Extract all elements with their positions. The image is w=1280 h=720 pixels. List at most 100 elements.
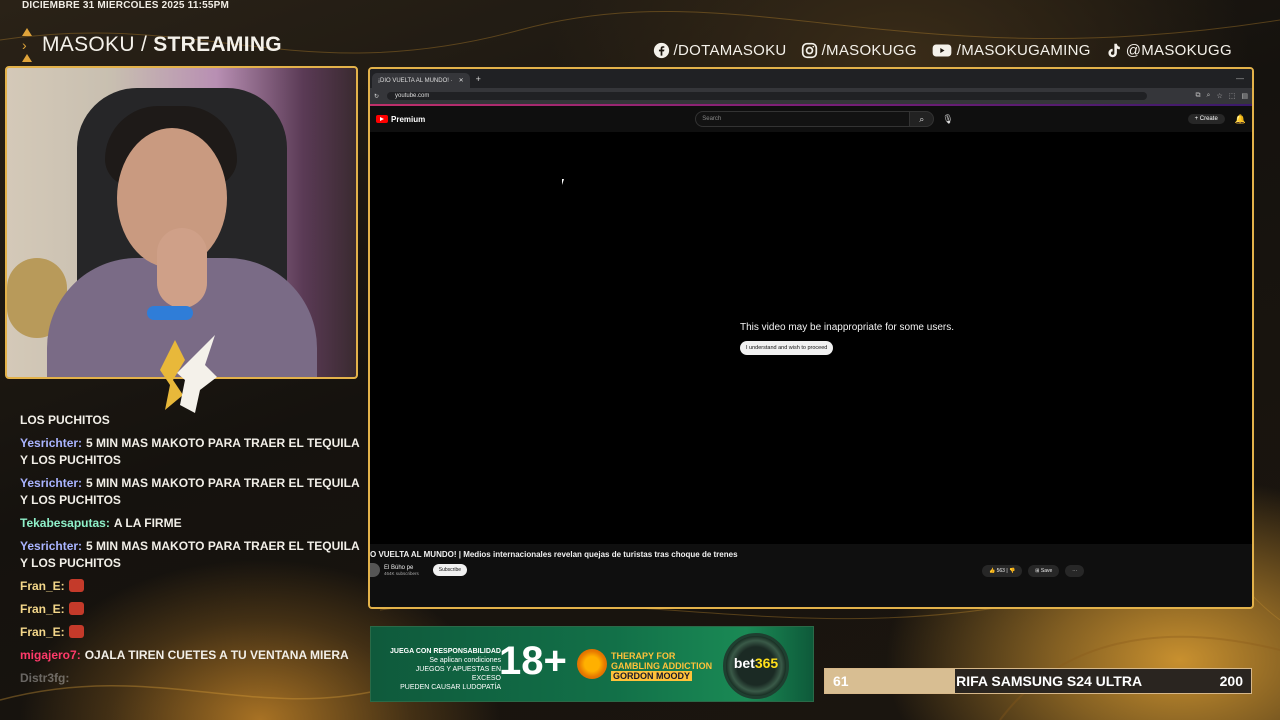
more-options-icon[interactable]: ⋯ (1065, 565, 1085, 577)
ad-therapy-1: THERAPY FOR (611, 651, 676, 661)
browser-extension-icons: ⧉ ⌕ ☆ ⬚ ▤ (1196, 92, 1248, 100)
create-button[interactable]: + Create (1187, 114, 1225, 124)
save-label: Save (1040, 568, 1053, 574)
like-button[interactable]: 👍 563 | 👎 (982, 565, 1023, 577)
url-field[interactable]: youtube.com (387, 92, 1148, 100)
youtube-header: Premium Search ⌕ 🎙 + Create 🔔 (370, 106, 1252, 132)
chat-username[interactable]: migajero7: (20, 648, 81, 662)
ad-age-badge: 18+ (499, 639, 567, 683)
brand-arrows-icon: › (22, 28, 32, 62)
chat-username[interactable]: Fran_E: (20, 579, 65, 593)
video-player[interactable]: This video may be inappropriate for some… (370, 132, 1252, 544)
chat-message: Yesrichter: 5 MIN MAS MAKOTO PARA TRAER E… (20, 435, 362, 469)
social-youtube: /MASOKUGAMING (931, 42, 1091, 59)
devil-emote-icon (68, 579, 84, 592)
url-text: youtube.com (395, 93, 430, 99)
tiktok-icon (1108, 43, 1120, 58)
webcam-feed (5, 66, 358, 379)
sidebar-icon[interactable]: ▤ (1241, 92, 1248, 100)
video-actions: 👍 563 | 👎 ⊞ Save ⋯ (982, 565, 1085, 577)
ad-therapy-2: GAMBLING ADDICTION (611, 661, 713, 671)
bet365-brand: bet (733, 655, 755, 671)
ad-line-3: JUEGOS Y APUESTAS EN EXCESO (415, 666, 501, 682)
save-button[interactable]: ⊞ Save (1028, 565, 1060, 577)
raffle-current: 61 (833, 673, 849, 689)
social-tiktok-label: @MASOKUGG (1125, 42, 1232, 59)
like-count: 563 (996, 568, 1005, 574)
translate-icon[interactable]: ⧉ (1196, 92, 1201, 100)
chat-text: OJALA TIREN CUETES A TU VENTANA MIERA (84, 648, 349, 662)
youtube-search-placeholder: Search (702, 116, 722, 122)
tab-close-icon[interactable]: ✕ (459, 77, 464, 84)
ad-disclaimer: JUEGA CON RESPONSABILIDAD Se aplican con… (389, 647, 501, 692)
raffle-progress-bar: 61 RIFA SAMSUNG S24 ULTRA 200 (824, 668, 1252, 694)
mouse-cursor-icon (562, 179, 564, 185)
social-instagram: /MASOKUGG (801, 42, 917, 59)
search-icon[interactable]: ⌕ (910, 111, 935, 127)
youtube-logo[interactable]: Premium (376, 115, 425, 124)
youtube-search-input[interactable]: Search (695, 111, 911, 127)
raffle-title: RIFA SAMSUNG S24 ULTRA (956, 673, 1143, 689)
chat-message: LOS PUCHITOS (20, 412, 362, 429)
chat-message: Yesrichter: 5 MIN MAS MAKOTO PARA TRAER E… (20, 538, 362, 572)
ad-line-2: Se aplican condiciones (429, 657, 501, 664)
social-instagram-label: /MASOKUGG (821, 42, 917, 59)
bet365-number: 365 (754, 655, 779, 671)
notifications-bell-icon[interactable]: 🔔 (1235, 114, 1246, 125)
ad-line-4: PUEDEN CAUSAR LUDOPATÍA (400, 684, 501, 691)
channel-subscribers: 464K subscribers (384, 570, 419, 576)
chat-username[interactable]: Fran_E: (20, 625, 65, 639)
brand-name: MASOKU / (42, 33, 148, 56)
age-warning-text: This video may be inappropriate for some… (740, 322, 954, 333)
window-minimize-icon[interactable]: — (1236, 74, 1244, 83)
chat-text: LOS PUCHITOS (20, 413, 110, 427)
chat-message: Fran_E: (20, 624, 362, 641)
reload-icon[interactable]: ↻ (374, 93, 379, 100)
chat-username[interactable]: Yesrichter: (20, 436, 82, 450)
ad-line-1: JUEGA CON RESPONSABILIDAD (390, 648, 501, 655)
devil-emote-icon (68, 602, 84, 615)
channel-row: El Búho pe 464K subscribers Subscribe (370, 563, 468, 577)
chat-username[interactable]: Yesrichter: (20, 539, 82, 553)
bookmark-star-icon[interactable]: ☆ (1216, 92, 1222, 100)
devil-emote-icon (68, 625, 84, 638)
brand-title: MASOKU / STREAMING (42, 33, 282, 57)
channel-info: El Búho pe 464K subscribers (384, 565, 419, 576)
channel-avatar[interactable] (370, 563, 380, 577)
brand-header: › MASOKU / STREAMING (22, 28, 282, 62)
zoom-icon[interactable]: ⌕ (1207, 92, 1211, 100)
create-label: Create (1199, 116, 1218, 122)
facebook-icon (653, 42, 669, 59)
chat-username[interactable]: Yesrichter: (20, 476, 82, 490)
chat-message: Fran_E: (20, 578, 362, 595)
social-youtube-label: /MASOKUGAMING (956, 42, 1091, 59)
browser-tab-title: ¡DIO VUELTA AL MUNDO! · (378, 77, 453, 84)
microphone-icon[interactable]: 🎙 (942, 114, 953, 125)
sponsor-banner: JUEGA CON RESPONSABILIDAD Se aplican con… (370, 626, 814, 702)
chat-panel: LOS PUCHITOS Yesrichter: 5 MIN MAS MAKOTO … (20, 412, 362, 694)
youtube-logo-text: Premium (391, 114, 426, 124)
chat-username[interactable]: Tekabesaputas: (20, 516, 110, 530)
bet365-logo: bet365 (729, 655, 783, 671)
proceed-button[interactable]: I understand and wish to proceed (740, 341, 834, 355)
chat-message: Fran_E: (20, 601, 362, 618)
chat-text: A LA FIRME (113, 516, 182, 530)
youtube-play-icon (376, 115, 388, 123)
chat-username[interactable]: Fran_E: (20, 602, 65, 616)
extensions-icon[interactable]: ⬚ (1229, 92, 1236, 100)
subscribe-button[interactable]: Subscribe (432, 564, 468, 576)
ad-therapy-text: THERAPY FOR GAMBLING ADDICTION GORDON MO… (611, 651, 712, 681)
youtube-icon (932, 44, 952, 57)
social-facebook-label: /DOTAMASOKU (673, 42, 787, 59)
chat-username[interactable]: Distr3fg: (20, 671, 69, 685)
social-links: /DOTAMASOKU /MASOKUGG /MASOKUGAMING @MAS… (653, 42, 1232, 59)
new-tab-icon[interactable]: + (476, 74, 481, 84)
datetime-label: DICIEMBRE 31 MIERCOLES 2025 11:55PM (22, 0, 230, 11)
browser-tab-bar: ¡DIO VUELTA AL MUNDO! · ✕ + — (370, 69, 1252, 88)
brand-streaming: STREAMING (153, 33, 282, 56)
browser-tab[interactable]: ¡DIO VUELTA AL MUNDO! · ✕ (372, 73, 470, 88)
raffle-goal: 200 (1219, 673, 1243, 689)
browser-address-bar: ↻ youtube.com ⧉ ⌕ ☆ ⬚ ▤ (370, 88, 1252, 104)
instagram-icon (801, 42, 817, 59)
gordon-moody-sun-icon (577, 649, 607, 679)
